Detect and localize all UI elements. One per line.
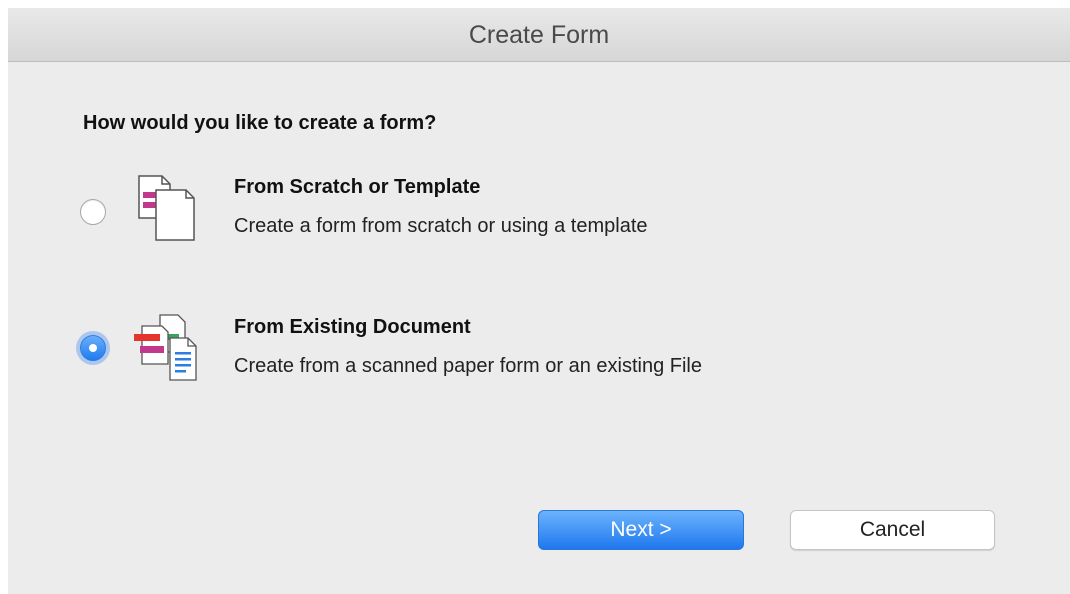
existing-document-radio[interactable] — [80, 335, 106, 361]
dialog-title: Create Form — [468, 21, 610, 49]
option-scratch-template-title: From Scratch or Template — [234, 176, 481, 198]
option-existing-document-description: Create from a scanned paper form or an e… — [234, 355, 702, 377]
option-existing-document-title: From Existing Document — [234, 316, 471, 338]
existing-documents-icon — [134, 314, 197, 381]
blank-form-icon — [138, 175, 195, 241]
cancel-button[interactable]: Cancel — [790, 510, 995, 550]
radio-selected-dot — [89, 344, 97, 352]
title-bar[interactable]: Create Form — [8, 8, 1070, 62]
option-scratch-template-description: Create a form from scratch or using a te… — [234, 215, 648, 237]
form-creation-question: How would you like to create a form? — [83, 112, 437, 134]
next-button[interactable]: Next > — [538, 510, 744, 550]
scratch-template-radio[interactable] — [80, 199, 106, 225]
create-form-dialog: Create Form How would you like to create… — [8, 8, 1070, 594]
